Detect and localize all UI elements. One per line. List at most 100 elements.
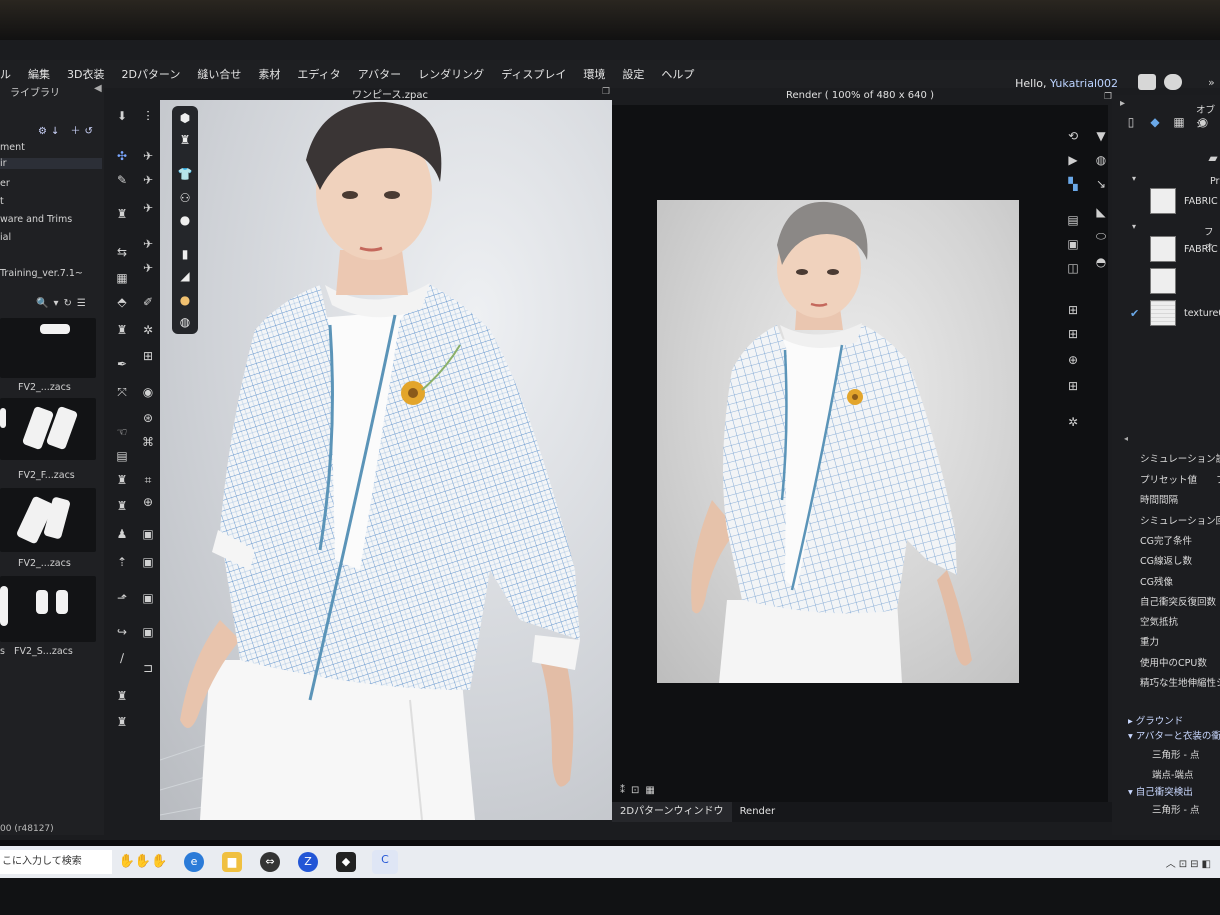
tree-item-avatar[interactable]: ir [0,158,102,169]
box-app-icon[interactable]: ◆ [336,852,356,872]
menu-avatar[interactable]: アバター [358,66,402,82]
disk-icon[interactable]: ⬭ [1092,228,1110,244]
shirt-tool-4-icon[interactable]: ♜ [114,499,130,513]
library-thumb-3[interactable] [0,488,96,552]
section-avatar-collision[interactable]: ▾ アバターと衣装の衝突 [1128,728,1220,742]
edge-browser-icon[interactable]: e [184,852,204,872]
clo-app-icon[interactable]: C [372,850,398,874]
file-explorer-icon[interactable]: ▆ [222,852,242,872]
taskbar-search-input[interactable]: こに入力して検索 [0,850,112,874]
texture-display-icon[interactable]: ▮ [177,246,193,262]
shirt-display-icon[interactable]: 👕 [177,166,193,182]
fold-tool-4-icon[interactable]: ✈ [140,261,156,275]
shirt-tool-6-icon[interactable]: ♜ [114,715,130,729]
tree-item-t[interactable]: t [0,196,4,207]
shirt-tool-icon[interactable]: ♜ [114,207,130,221]
library-thumb-1[interactable] [0,318,96,378]
trim-tool-icon[interactable]: ⌘ [140,435,156,449]
add-fabric-icon[interactable]: ▰ [1204,150,1220,166]
garment-tool-icon[interactable]: ✈ [140,149,156,163]
measure-tool-icon[interactable]: ▦ [114,271,130,285]
add-light-icon[interactable]: ⊕ [1064,352,1082,368]
section-self-collision[interactable]: ▾ 自己衝突検出 [1128,784,1193,798]
tree-item-hardware[interactable]: ware and Trims [0,214,72,225]
avatar-display-icon[interactable]: ⚇ [177,190,193,206]
add-item-icon[interactable]: ⊞ [1064,378,1082,394]
library-thumb-2[interactable] [0,398,96,460]
menu-sewing[interactable]: 縫い合せ [197,66,241,82]
fabric-item[interactable] [1150,268,1220,296]
library-search-tools[interactable]: 🔍▾↻☰ [36,298,91,309]
library-toolbar[interactable]: ⚙↓ ＋↺ [38,122,97,137]
menu-display[interactable]: ディスプレイ [501,66,566,82]
restore-icon[interactable]: ❐ [602,87,610,97]
button-tab-icon[interactable]: ◉ [1194,114,1212,130]
fold-tool-3-icon[interactable]: ✈ [140,237,156,251]
camera-icon[interactable]: ▶ [1064,152,1082,168]
tape-tool-icon[interactable]: ⇡ [114,555,130,569]
expand-group-icon[interactable]: ▾ [1132,222,1136,231]
render-toolbar[interactable]: ⁑⊡▦ [620,785,661,796]
box-tool-4-icon[interactable]: ▣ [140,625,156,639]
shirt-tool-2-icon[interactable]: ♜ [114,323,130,337]
fabric-tool-icon[interactable]: ▤ [114,449,130,463]
environment-display-icon[interactable]: ◍ [177,314,193,330]
image-icon[interactable]: ▣ [1064,236,1082,252]
hands-app-icon[interactable]: ✋✋✋ [116,852,170,872]
collapse-icon[interactable]: ◀ [94,83,102,94]
system-tray-icons[interactable]: ︿⊡⊟◧ [1166,855,1214,870]
tree-item-training[interactable]: Training_ver.7.1~ [0,268,83,279]
box-tool-3-icon[interactable]: ▣ [140,591,156,605]
bookmark-icon[interactable]: ▯ [1122,114,1140,130]
light-arrow-icon[interactable]: ↘ [1092,176,1110,192]
box-tool-icon[interactable]: ▣ [140,527,156,541]
settings-gear-icon[interactable]: ✲ [1064,414,1082,430]
add-camera-2-icon[interactable]: ⊞ [1064,326,1082,342]
tab-2d-pattern-window[interactable]: 2Dパターンウィンドウ [612,802,732,822]
frame-icon[interactable]: ▤ [1064,212,1082,228]
person-display-icon[interactable]: ● [177,212,193,228]
brush-tool-icon[interactable]: ✐ [140,295,156,309]
avatar-pose-icon[interactable]: ⵗ [140,109,156,123]
buttonhole-tool-icon[interactable]: ⊛ [140,411,156,425]
brush-display-icon[interactable]: ◢ [177,268,193,284]
snapshot-icon[interactable]: ◫ [1064,260,1082,276]
library-thumb-4[interactable] [0,576,96,642]
pin-tool-icon[interactable]: ✎ [114,173,130,187]
shirt-tool-3-icon[interactable]: ♜ [114,473,130,487]
fabric-tab-icon[interactable]: ◆ [1146,114,1164,130]
menu-settings[interactable]: 設定 [622,66,644,82]
needle-tool-icon[interactable]: ✒ [114,357,130,371]
fabric-item[interactable]: FABRIC 1 [1150,188,1220,216]
select-tool-icon[interactable]: ⬇ [114,109,130,123]
sphere-icon[interactable]: ◍ [1092,152,1110,168]
zoom-app-icon[interactable]: Z [298,852,318,872]
garment-view-icon[interactable]: ♜ [177,132,193,148]
spot-light-icon[interactable]: ◣ [1092,204,1110,220]
menu-editor[interactable]: エディタ [297,66,340,82]
expand-group-icon[interactable]: ▾ [1132,174,1136,183]
menu-materials[interactable]: 素材 [258,66,280,82]
measure-tool-2-icon[interactable]: ⊐ [140,661,156,675]
sew-tool-icon[interactable]: ⇆ [114,245,130,259]
fold-tool-2-icon[interactable]: ✈ [140,201,156,215]
tree-item-hanger[interactable]: er [0,178,10,189]
add-camera-icon[interactable]: ⊞ [1064,302,1082,318]
expand-icon[interactable]: ◂ [1124,434,1128,443]
cloud-icon[interactable] [1164,74,1182,90]
curve-tool-icon[interactable]: ↪ [114,625,130,639]
button-tool-icon[interactable]: ◉ [140,385,156,399]
fabric-item[interactable]: texture0 [1150,300,1220,328]
rotate-icon[interactable]: ⟲ [1064,128,1082,144]
layers-icon[interactable]: ▚ [1064,176,1082,192]
pointer-icon[interactable]: ▼ [1092,128,1110,144]
fold-tool-icon[interactable]: ✈ [140,173,156,187]
pattern-tab-icon[interactable]: ▦ [1170,114,1188,130]
panel-arrow-icon[interactable]: ▸ [1120,98,1125,109]
move-tool-icon[interactable]: ✣ [114,149,130,163]
grid-tool-icon[interactable]: ⊞ [140,349,156,363]
settings-tool-icon[interactable]: ✲ [140,323,156,337]
teamviewer-icon[interactable]: ⇔ [260,852,280,872]
pen-tool-icon[interactable]: ∕ [114,651,130,665]
user-name[interactable]: Yukatrial002 [1050,77,1118,90]
